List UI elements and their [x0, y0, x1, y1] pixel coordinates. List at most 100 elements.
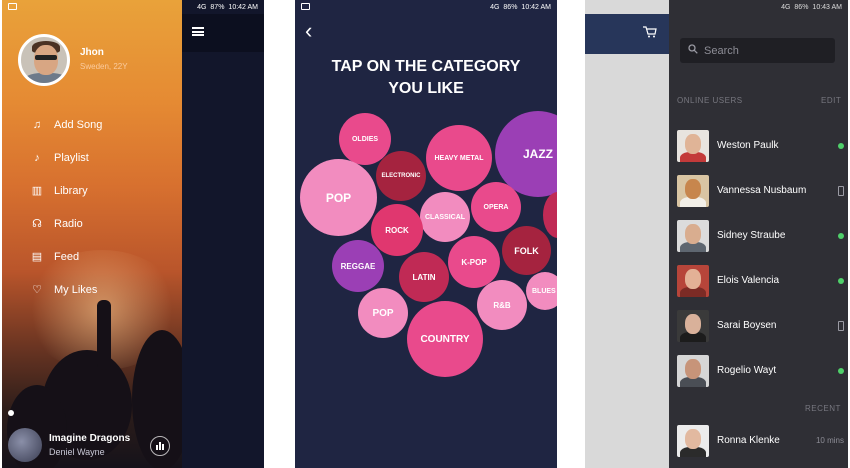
category-bubble-pop[interactable]: POP [300, 159, 377, 236]
menu-item-label: Library [54, 184, 88, 197]
feed-icon: ▤ [31, 251, 43, 263]
status-bar: 4G 86% 10:42 AM [295, 0, 557, 14]
hamburger-menu-icon[interactable] [192, 27, 204, 36]
menu-item-label: Feed [54, 250, 80, 263]
avatar [677, 129, 709, 162]
network-indicator: 4G [781, 3, 791, 11]
user-subtitle: Sweden, 22Y [80, 62, 128, 71]
user-name: Weston Paulk [717, 140, 779, 151]
user-row-vannessa-nusbaum[interactable]: Vannessa Nusbaum [677, 168, 848, 213]
status-bar: 4G 87% 10:42 AM [2, 0, 264, 14]
search-icon [688, 44, 698, 57]
menu-item-label: Radio [54, 217, 83, 230]
battery-level: 87% [210, 3, 225, 11]
page-indicator-dot [8, 410, 14, 416]
menu-item-radio[interactable]: ☊ Radio [30, 207, 102, 240]
music-drawer-screen: 4G 87% 10:42 AM Jhon Sweden, 22Y ♫ Add S… [2, 0, 264, 468]
menu-item-add-song[interactable]: ♫ Add Song [30, 108, 102, 141]
category-bubble-pop-small[interactable]: POP [358, 288, 408, 338]
page-title-line-1: TAP ON THE CATEGORY [331, 58, 521, 75]
equalizer-icon[interactable] [150, 436, 170, 456]
category-bubble-reggae[interactable]: REGGAE [332, 240, 384, 292]
network-indicator: 4G [490, 3, 500, 11]
user-row-sidney-straube[interactable]: Sidney Straube [677, 213, 848, 258]
notification-icon [8, 3, 17, 10]
online-users-label: ONLINE USERS [677, 96, 743, 105]
menu-item-feed[interactable]: ▤ Feed [30, 240, 102, 273]
online-status-dot [838, 142, 844, 149]
headphones-icon: ☊ [32, 218, 42, 230]
heart-icon: ♡ [32, 284, 42, 296]
avatar [677, 354, 709, 387]
category-bubble-k-pop[interactable]: K-POP [448, 236, 500, 288]
user-row-ronna-klenke[interactable]: Ronna Klenke 10 mins [677, 418, 848, 463]
user-name: Elois Valencia [717, 275, 780, 286]
status-bar: 4G 86% 10:43 AM [669, 0, 848, 14]
user-name: Rogelio Wayt [717, 365, 777, 376]
clock: 10:42 AM [228, 3, 258, 11]
user-name: Ronna Klenke [717, 435, 780, 446]
user-name: Jhon [80, 47, 104, 58]
back-arrow-icon[interactable]: ‹ [305, 20, 319, 42]
edit-button[interactable]: EDIT [821, 96, 841, 105]
users-side-panel: 4G 86% 10:43 AM Search ONLINE USERS EDIT… [669, 0, 848, 468]
playlist-icon: ♪ [34, 151, 40, 164]
notification-icon [301, 3, 310, 10]
mobile-device-icon [838, 320, 844, 331]
library-icon: ▥ [31, 185, 43, 197]
user-avatar[interactable] [18, 34, 70, 86]
drawer-menu: ♫ Add Song ♪ Playlist ▥ Library ☊ Radio … [30, 108, 103, 306]
category-bubble-rock[interactable]: ROCK [371, 204, 423, 256]
menu-item-playlist[interactable]: ♪ Playlist [30, 141, 102, 174]
now-playing-bar[interactable]: Imagine Dragons Deniel Wayne [2, 424, 182, 468]
menu-item-label: Playlist [54, 151, 89, 164]
now-playing-artist: Deniel Wayne [49, 447, 105, 457]
user-name: Sidney Straube [717, 230, 786, 241]
menu-item-library[interactable]: ▥ Library [30, 174, 102, 207]
avatar [677, 424, 709, 457]
users-panel-screen: 4G 86% 10:43 AM Search ONLINE USERS EDIT… [585, 0, 848, 468]
battery-level: 86% [503, 3, 518, 11]
raised-arm-silhouette [97, 300, 111, 370]
user-row-elois-valencia[interactable]: Elois Valencia [677, 258, 848, 303]
now-playing-title: Imagine Dragons [49, 433, 131, 444]
category-bubble-electronic[interactable]: ELECTRONIC [376, 151, 426, 201]
main-content-peek [585, 0, 669, 468]
online-status-dot [838, 367, 844, 374]
online-status-dot [838, 277, 844, 284]
mobile-device-icon [838, 185, 844, 196]
page: 4G 87% 10:42 AM Jhon Sweden, 22Y ♫ Add S… [0, 0, 850, 468]
online-status-dot [838, 232, 844, 239]
search-input[interactable]: Search [680, 38, 835, 63]
last-seen-time: 10 mins [815, 436, 844, 445]
avatar [677, 309, 709, 342]
avatar [677, 219, 709, 252]
category-bubble-blues[interactable]: BLUES [526, 272, 557, 310]
page-title-line-2: YOU LIKE [388, 80, 464, 97]
music-note-icon: ♫ [32, 118, 42, 131]
category-bubble-heavy-metal[interactable]: HEAVY METAL [426, 125, 492, 191]
cart-icon[interactable] [643, 26, 657, 38]
category-bubble-rnb[interactable]: R&B [477, 280, 527, 330]
category-bubble-latin[interactable]: LATIN [399, 252, 449, 302]
category-bubble-partial[interactable] [543, 192, 557, 238]
search-placeholder: Search [704, 44, 739, 57]
category-bubble-opera[interactable]: OPERA [471, 182, 521, 232]
user-row-sarai-boysen[interactable]: Sarai Boysen [677, 303, 848, 348]
battery-level: 86% [794, 3, 809, 11]
avatar [677, 264, 709, 297]
user-row-rogelio-wayt[interactable]: Rogelio Wayt [677, 348, 848, 393]
network-indicator: 4G [197, 3, 207, 11]
category-bubble-country[interactable]: COUNTRY [407, 301, 483, 377]
recent-users-label: RECENT [805, 404, 841, 413]
menu-item-my-likes[interactable]: ♡ My Likes [30, 273, 102, 306]
user-name: Vannessa Nusbaum [717, 185, 807, 196]
category-bubble-folk[interactable]: FOLK [502, 226, 551, 275]
avatar [677, 174, 709, 207]
menu-item-label: Add Song [54, 118, 103, 131]
user-name: Sarai Boysen [717, 320, 777, 331]
user-row-weston-paulk[interactable]: Weston Paulk [677, 123, 848, 168]
category-bubble-classical[interactable]: CLASSICAL [420, 192, 470, 242]
main-content-peek [182, 0, 264, 468]
menu-item-label: My Likes [54, 283, 98, 296]
